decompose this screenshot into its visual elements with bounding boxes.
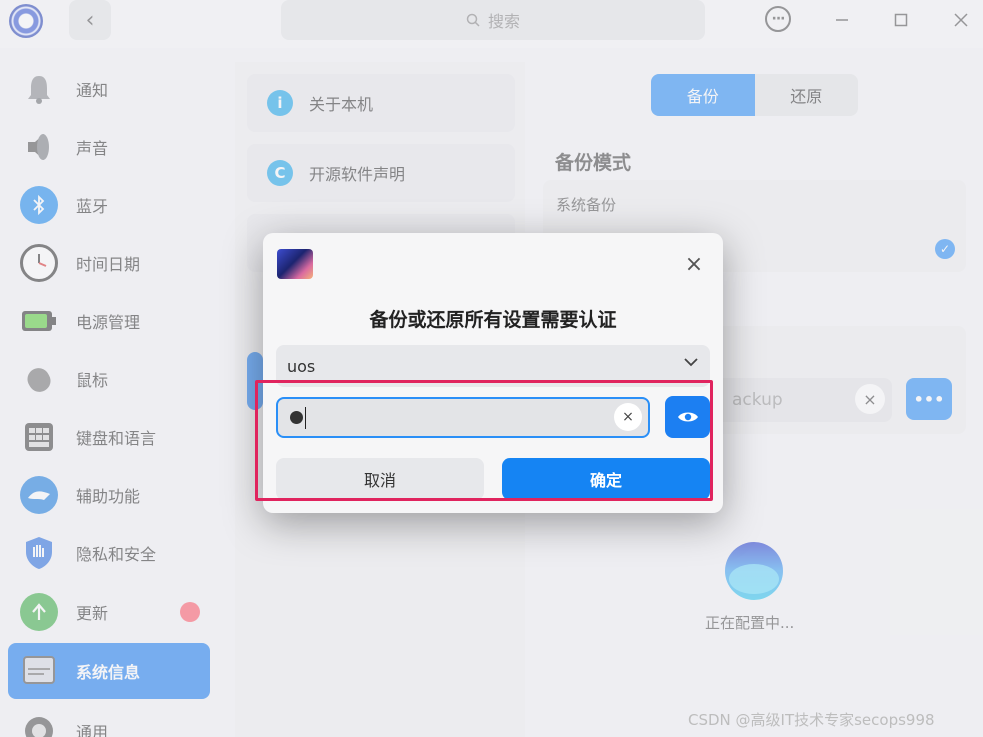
- dialog-app-icon: [277, 249, 313, 279]
- selected-user: uos: [287, 356, 316, 376]
- annotation-highlight-box: [255, 380, 713, 501]
- chevron-down-icon: [684, 355, 698, 371]
- dialog-close-icon[interactable]: ×: [681, 251, 707, 277]
- dialog-title: 备份或还原所有设置需要认证: [369, 309, 617, 331]
- watermark: CSDN @高级IT技术专家secops998: [688, 711, 935, 729]
